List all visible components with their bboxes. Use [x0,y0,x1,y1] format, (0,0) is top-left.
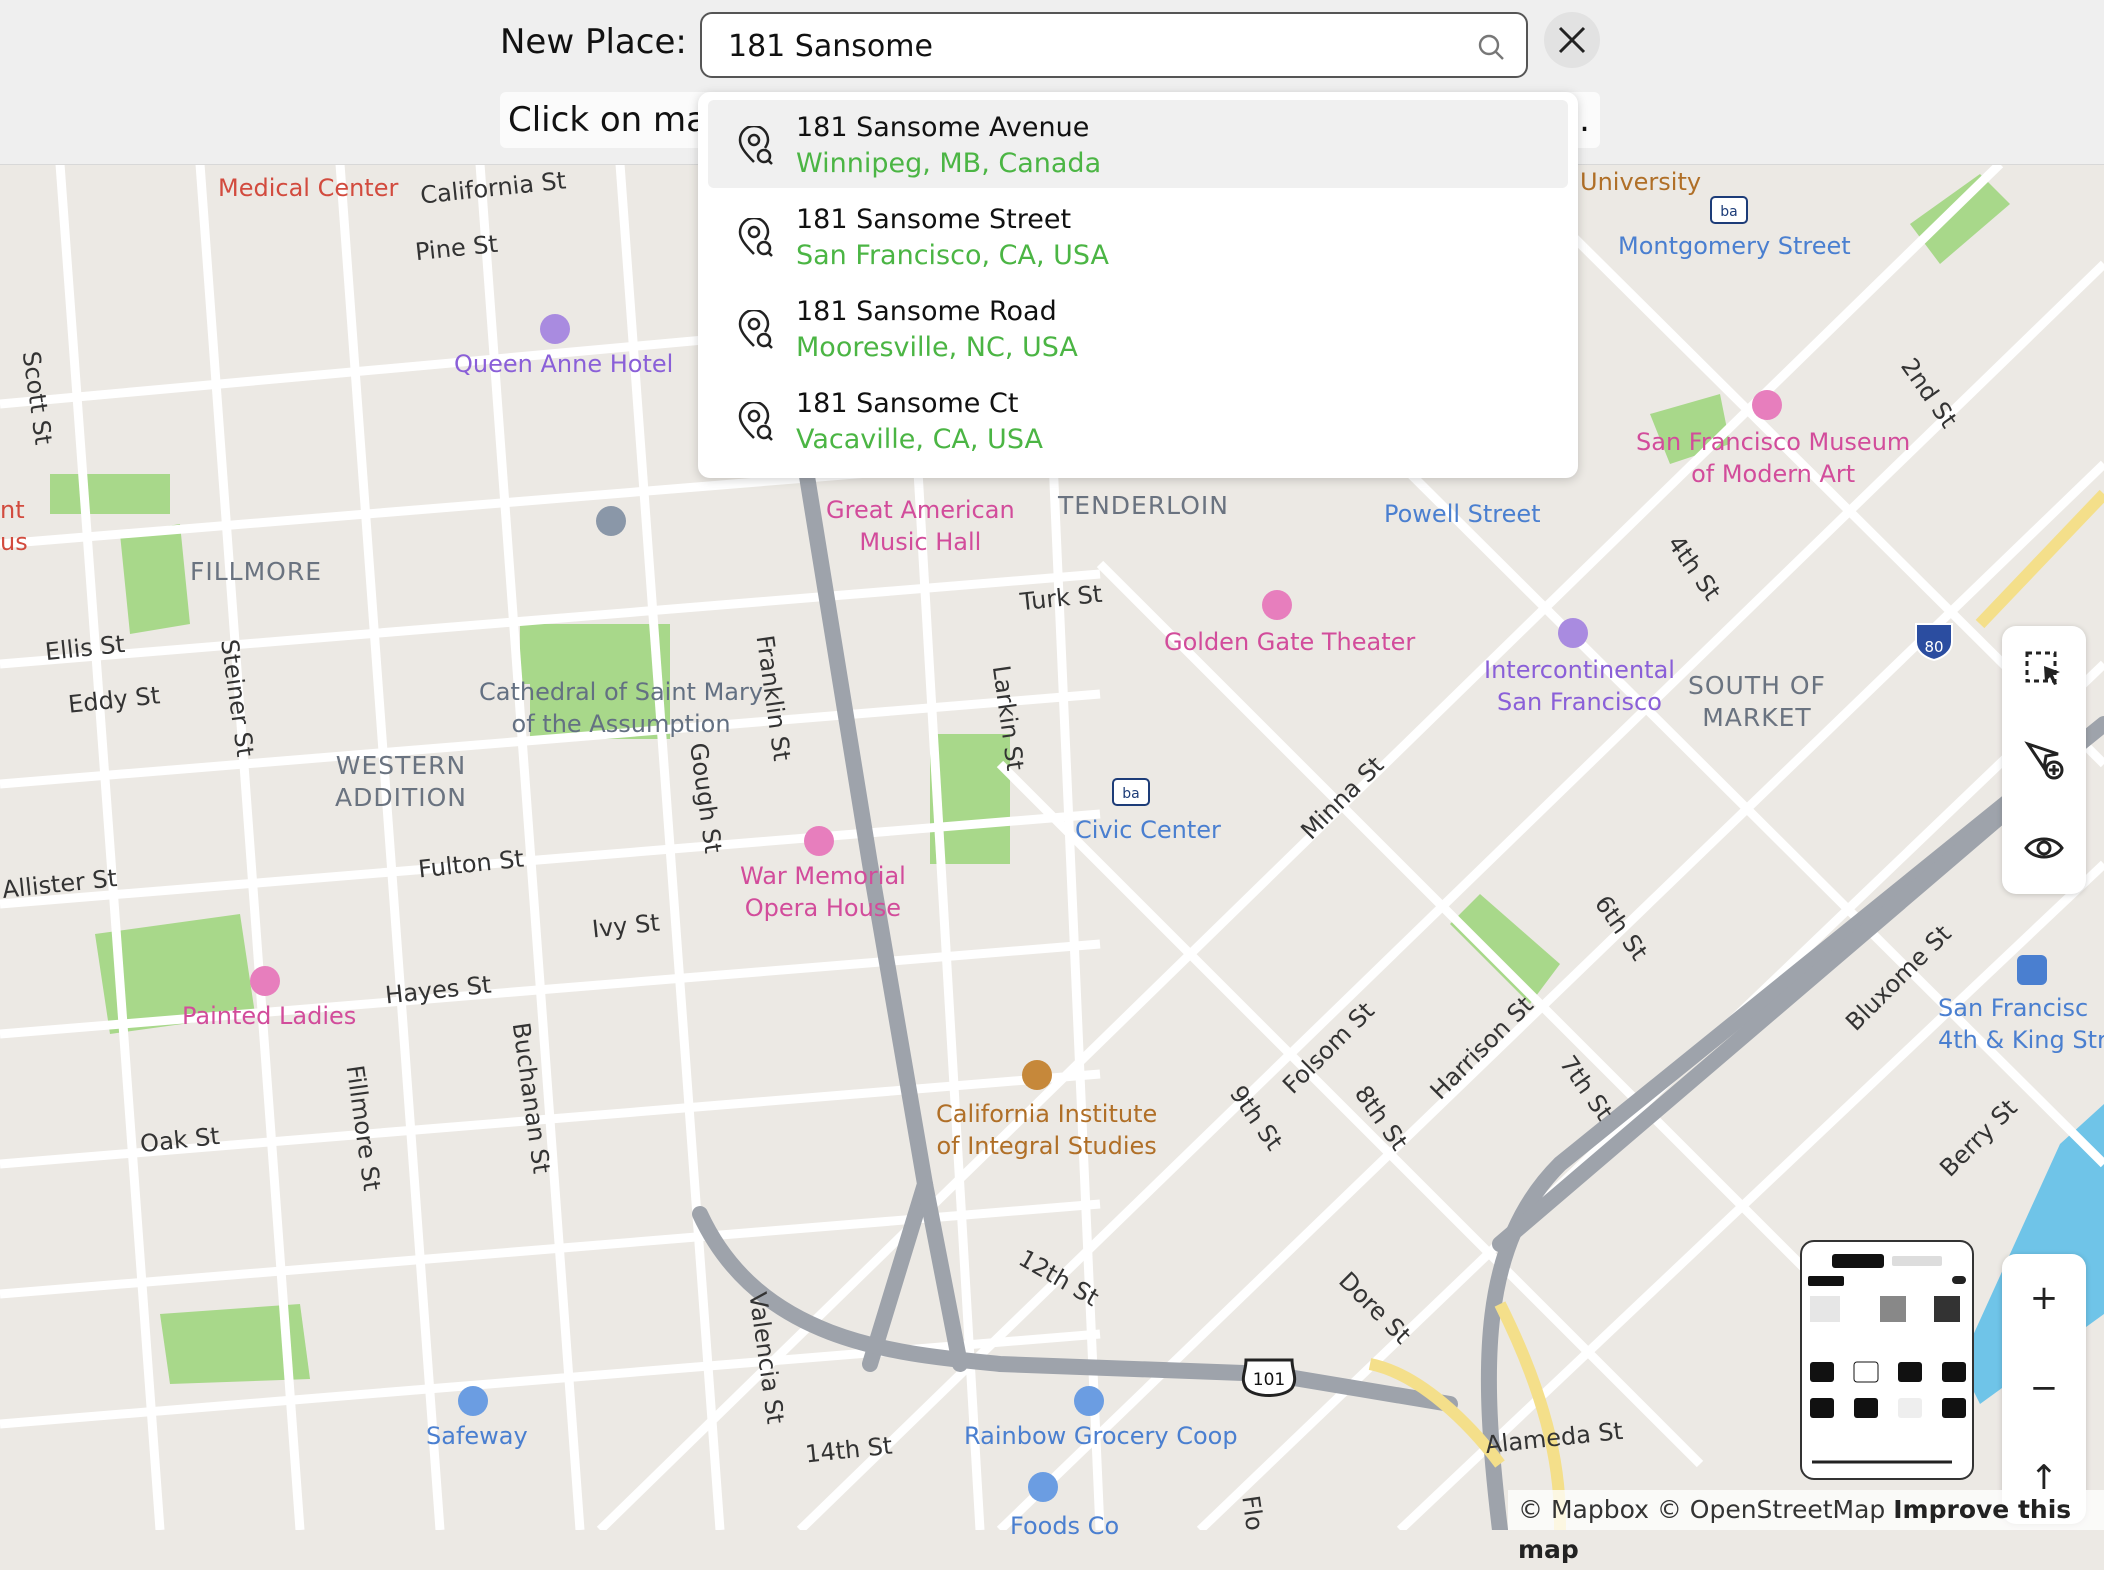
location-pin-icon [738,310,773,349]
shopping-cart-icon[interactable] [1072,1384,1106,1418]
location-pin-icon [738,218,773,257]
minus-icon: − [2029,1368,2059,1408]
suggestion-item[interactable]: 181 Sansome Ct Vacaville, CA, USA [708,376,1568,464]
add-waypoint-icon [2024,741,2064,780]
new-place-label: New Place: [500,22,687,62]
zoom-in-button[interactable]: + [2002,1254,2086,1342]
bart-station-icon[interactable]: ba [1710,196,1748,224]
camera-icon[interactable] [248,964,282,998]
suggestion-title: 181 Sansome Ct [796,388,1019,419]
interstate-shield-icon: 80 [1915,623,1953,662]
shopping-cart-icon[interactable] [456,1384,490,1418]
zoom-out-button[interactable]: − [2002,1344,2086,1432]
church-icon[interactable] [594,504,628,538]
layers-preview [1808,1254,1966,1464]
district-label: TENDERLOIN [1058,491,1229,520]
poi-label[interactable]: California Institute of Integral Studies [936,1098,1157,1162]
district-label: SOUTH OF MARKET [1688,671,1826,732]
suggestion-title: 181 Sansome Avenue [796,112,1090,143]
layers-panel-thumbnail[interactable] [1800,1240,1974,1480]
poi-label[interactable]: Rainbow Grocery Coop [964,1420,1238,1452]
school-icon[interactable] [1020,1058,1054,1092]
map-attribution: © Mapbox © OpenStreetMap Improve this ma… [1508,1490,2104,1564]
museum-icon[interactable] [1750,388,1784,422]
suggestion-title: 181 Sansome Road [796,296,1057,327]
svg-text:ba: ba [1720,204,1737,220]
poi-label[interactable]: War Memorial Opera House [740,860,906,924]
select-area-button[interactable] [2002,626,2086,714]
poi-label: Medical Center [218,174,399,202]
svg-text:80: 80 [1924,638,1943,656]
poi-label[interactable]: Great American Music Hall [826,494,1015,558]
district-label: WESTERN ADDITION [335,751,467,812]
theater-icon[interactable] [802,824,836,858]
map-tools-group [2002,626,2086,894]
search-icon[interactable] [1476,32,1506,62]
suggestion-subtitle: Vacaville, CA, USA [796,424,1043,455]
search-box [700,12,1528,78]
location-pin-icon [738,126,773,165]
plus-icon: + [2029,1278,2059,1318]
poi-label[interactable]: San Francisco Museum of Modern Art [1636,426,1910,490]
place-search-input[interactable] [726,22,1450,70]
theater-icon[interactable] [1260,588,1294,622]
select-area-icon [2025,651,2060,685]
eye-icon [2024,837,2064,859]
svg-text:101: 101 [1253,1370,1285,1390]
suggestion-item[interactable]: 181 Sansome Road Mooresville, NC, USA [708,284,1568,372]
svg-text:ba: ba [1122,786,1139,802]
suggestion-subtitle: Winnipeg, MB, Canada [796,148,1102,179]
poi-label[interactable]: Queen Anne Hotel [454,348,673,380]
zoom-controls: + − ↑ [2002,1254,2086,1524]
shopping-cart-icon[interactable] [1026,1470,1060,1504]
suggestion-subtitle: San Francisco, CA, USA [796,240,1110,271]
train-station-icon[interactable] [2016,954,2048,986]
poi-label[interactable]: Civic Center [1075,814,1221,846]
close-icon [1558,26,1586,54]
location-pin-icon [738,402,773,441]
poi-label[interactable]: Cathedral of Saint Mary of the Assumptio… [479,676,763,740]
us-highway-shield-icon: 101 [1241,1358,1297,1397]
poi-label[interactable]: San Francisc 4th & King Stre [1938,992,2104,1056]
attribution-text: © Mapbox © OpenStreetMap [1518,1495,1886,1524]
suggestion-item[interactable]: 181 Sansome Street San Francisco, CA, US… [708,192,1568,280]
district-label: FILLMORE [190,557,323,586]
poi-label[interactable]: Intercontinental San Francisco [1484,654,1675,718]
bart-station-icon[interactable]: ba [1112,778,1150,806]
poi-label[interactable]: Foods Co [1010,1510,1119,1542]
search-suggestions-dropdown: 181 Sansome Avenue Winnipeg, MB, Canada … [698,92,1578,478]
hotel-icon[interactable] [1556,616,1590,650]
visibility-button[interactable] [2002,804,2086,892]
hint-text-left: Click on map [508,100,729,140]
poi-label[interactable]: Powell Street [1384,498,1541,530]
poi-label: nt us [0,496,28,556]
suggestion-title: 181 Sansome Street [796,204,1072,235]
poi-label: University [1580,168,1702,196]
hotel-icon[interactable] [538,312,572,346]
poi-label[interactable]: Safeway [426,1420,528,1452]
close-button[interactable] [1544,12,1600,68]
suggestion-item[interactable]: 181 Sansome Avenue Winnipeg, MB, Canada [708,100,1568,188]
add-waypoint-button[interactable] [2002,716,2086,804]
street-label: Flo [1236,1493,1269,1533]
poi-label[interactable]: Montgomery Street [1618,230,1851,262]
poi-label[interactable]: Painted Ladies [182,1000,356,1032]
poi-label[interactable]: Golden Gate Theater [1164,626,1415,658]
suggestion-subtitle: Mooresville, NC, USA [796,332,1078,363]
